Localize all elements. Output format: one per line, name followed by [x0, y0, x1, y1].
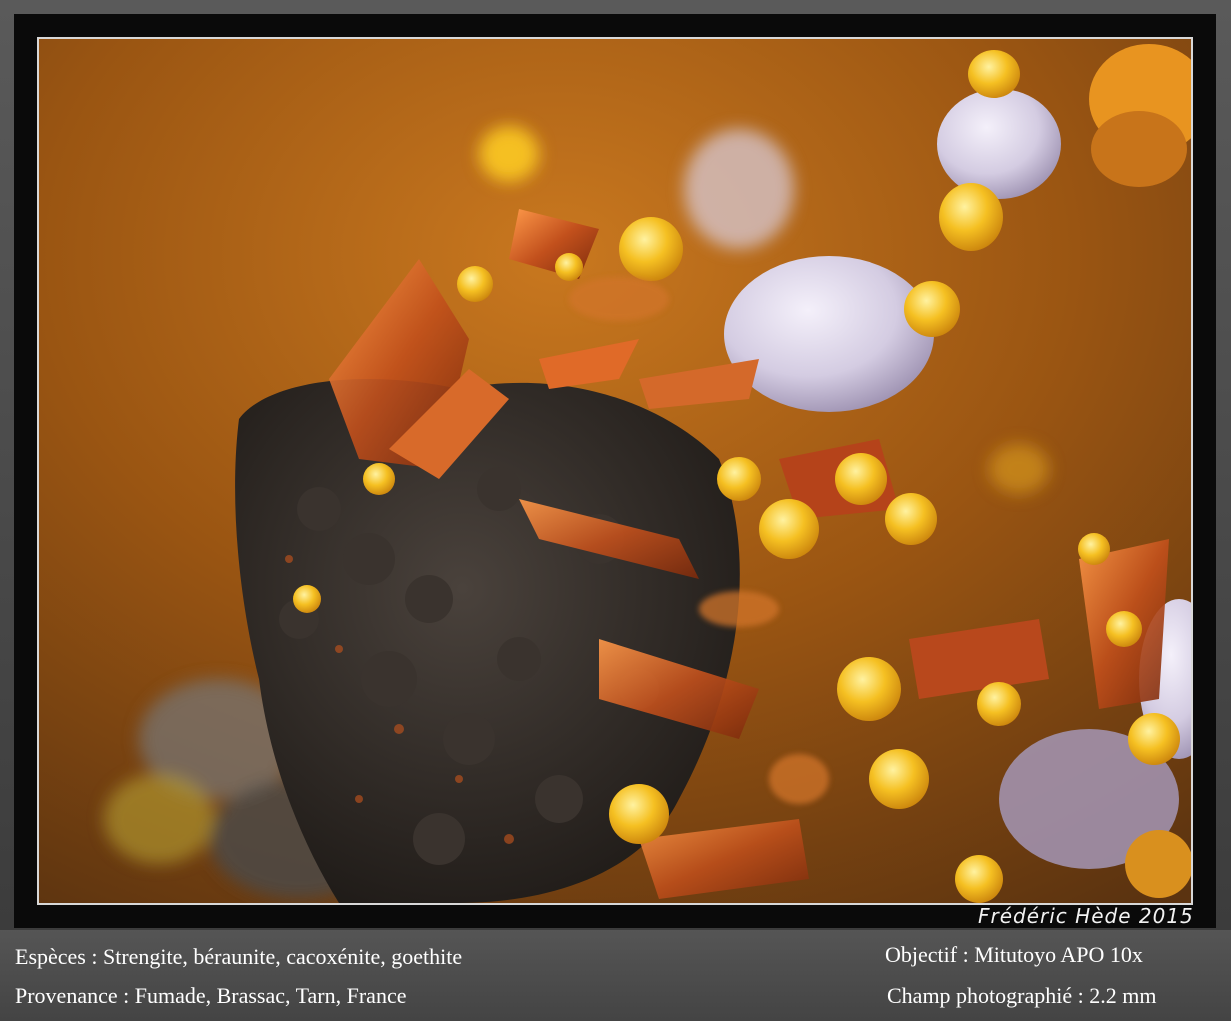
- origin-caption: Provenance : Fumade, Brassac, Tarn, Fran…: [15, 983, 407, 1008]
- strengite-sphere: [724, 256, 934, 412]
- field-of-view-caption: Champ photographié : 2.2 mm: [887, 983, 1157, 1008]
- mineral-photo: [37, 37, 1193, 905]
- photographer-signature: Frédéric Hède 2015: [978, 904, 1194, 928]
- objective-caption: Objectif : Mitutoyo APO 10x: [885, 942, 1143, 967]
- species-caption: Espèces : Strengite, béraunite, cacoxéni…: [15, 944, 463, 969]
